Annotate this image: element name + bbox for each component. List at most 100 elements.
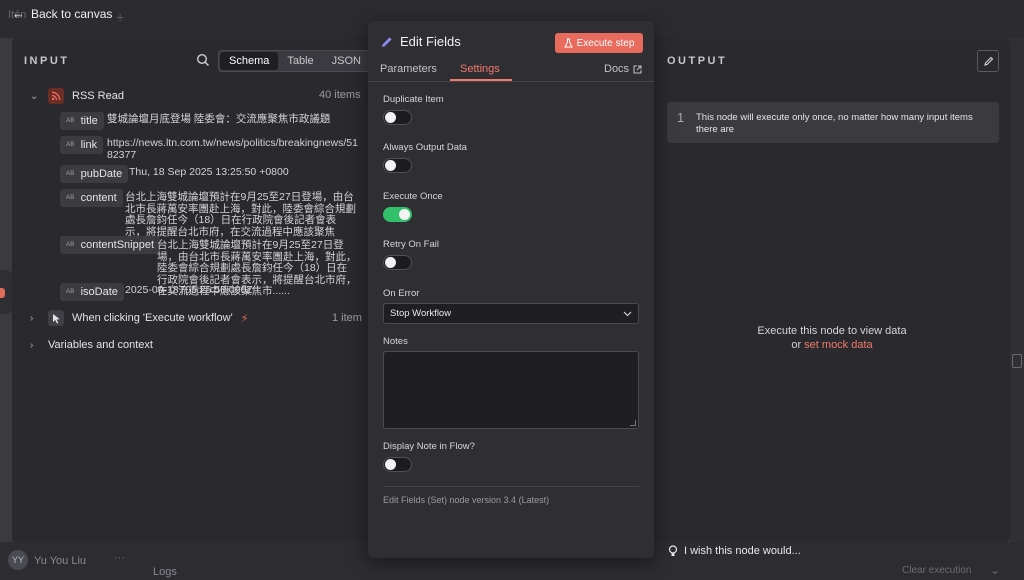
field-name: isoDate xyxy=(80,286,118,298)
rss-node-label: RSS Read xyxy=(72,90,124,102)
field-name: contentSnippet xyxy=(80,239,154,251)
background-left-marker xyxy=(0,288,5,298)
modal-header: Edit Fields Execute step Parameters Sett… xyxy=(368,21,654,82)
feedback-link[interactable]: I wish this node would... xyxy=(668,545,801,557)
background-right-strip xyxy=(1010,38,1024,542)
active-tab-indicator xyxy=(450,79,512,81)
back-to-canvas-label: Back to canvas xyxy=(31,6,113,21)
notice-text: This node will execute only once, no mat… xyxy=(696,112,973,135)
execute-once-toggle[interactable] xyxy=(383,207,412,222)
always-output-label: Always Output Data xyxy=(383,142,467,153)
on-error-value: Stop Workflow xyxy=(390,308,452,319)
field-pill: AB contentSnippet xyxy=(60,236,160,254)
string-type-icon: AB xyxy=(66,171,75,177)
rss-node-row[interactable]: ⌄ RSS Read xyxy=(30,88,124,104)
toggle-knob xyxy=(385,112,396,123)
modal-title-text: Edit Fields xyxy=(400,34,461,49)
execute-step-button[interactable]: Execute step xyxy=(555,33,643,53)
cursor-click-icon xyxy=(48,310,64,326)
toggle-knob xyxy=(385,160,396,171)
retry-on-fail-toggle[interactable] xyxy=(383,255,412,270)
field-value: Thu, 18 Sep 2025 13:25:50 +0800 xyxy=(129,166,289,178)
on-error-label: On Error xyxy=(383,288,420,299)
tab-table[interactable]: Table xyxy=(278,52,322,70)
variables-row[interactable]: › Variables and context xyxy=(30,339,153,351)
chevron-right-icon[interactable]: › xyxy=(30,313,40,324)
notice-number: 1 xyxy=(677,110,685,125)
field-value: https://news.ltn.com.tw/news/politics/br… xyxy=(107,137,358,161)
field-pill: AB content xyxy=(60,189,123,207)
notes-label: Notes xyxy=(383,336,408,347)
background-add-tab-icon: + xyxy=(116,9,125,25)
edit-output-button[interactable] xyxy=(977,50,999,72)
empty-state-action: or set mock data xyxy=(654,339,1010,351)
variables-label: Variables and context xyxy=(48,339,153,351)
avatar[interactable]: YY xyxy=(8,550,28,570)
background-panel-toggle-icon xyxy=(1012,354,1022,368)
on-error-select[interactable]: Stop Workflow xyxy=(383,303,639,324)
tab-schema[interactable]: Schema xyxy=(220,52,279,70)
trigger-node-row[interactable]: › When clicking 'Execute workflow' ⚡ xyxy=(30,310,248,326)
modal-title: Edit Fields xyxy=(380,34,461,49)
field-pill: AB title xyxy=(60,112,104,130)
logs-label[interactable]: Logs xyxy=(153,566,177,578)
chevron-down-icon[interactable]: ⌄ xyxy=(30,91,40,102)
field-name: link xyxy=(80,139,98,151)
notes-textarea[interactable] xyxy=(383,351,639,429)
docs-link[interactable]: Docs xyxy=(604,63,642,75)
trigger-item-count: 1 item xyxy=(332,312,362,324)
string-type-icon: AB xyxy=(66,142,75,148)
execute-once-notice: 1 This node will execute only once, no m… xyxy=(667,102,999,143)
always-output-toggle[interactable] xyxy=(383,158,412,173)
empty-state-or: or xyxy=(791,339,802,351)
string-type-icon: AB xyxy=(66,118,75,124)
flask-icon xyxy=(563,38,573,48)
set-mock-data-link[interactable]: set mock data xyxy=(804,339,872,351)
node-settings-modal: Edit Fields Execute step Parameters Sett… xyxy=(368,21,654,558)
field-pill: AB link xyxy=(60,136,104,154)
toggle-knob xyxy=(385,459,396,470)
pencil-icon xyxy=(983,56,993,66)
rss-icon xyxy=(48,88,64,104)
trigger-node-label: When clicking 'Execute workflow' xyxy=(72,312,233,324)
chevron-right-icon[interactable]: › xyxy=(30,340,40,351)
string-type-icon: AB xyxy=(66,195,75,201)
field-value: 2025-09-18T05:25:50.000Z xyxy=(125,284,253,296)
divider xyxy=(383,486,639,487)
rss-item-count: 40 items xyxy=(319,89,361,101)
duplicate-item-label: Duplicate Item xyxy=(383,94,444,105)
tab-json[interactable]: JSON xyxy=(323,52,370,70)
string-type-icon: AB xyxy=(66,242,75,248)
string-type-icon: AB xyxy=(66,289,75,295)
field-name: pubDate xyxy=(80,168,123,180)
resize-handle-icon[interactable] xyxy=(630,420,636,426)
feedback-text: I wish this node would... xyxy=(684,545,801,557)
chevron-down-icon xyxy=(623,311,632,316)
tab-parameters[interactable]: Parameters xyxy=(380,63,437,75)
tab-settings[interactable]: Settings xyxy=(460,63,500,75)
output-panel-title: OUTPUT xyxy=(667,55,728,67)
clear-execution-button[interactable]: Clear execution xyxy=(902,565,971,576)
back-to-canvas-link[interactable]: ← Back to canvas xyxy=(12,6,112,21)
display-note-toggle[interactable] xyxy=(383,457,412,472)
search-icon[interactable] xyxy=(196,53,210,67)
field-value: 雙城論壇月底登場 陸委會：交流應聚焦市政議題 xyxy=(107,113,331,125)
field-pill: AB isoDate xyxy=(60,283,124,301)
docs-label: Docs xyxy=(604,63,630,75)
input-panel-title: INPUT xyxy=(24,55,70,67)
display-note-label: Display Note in Flow? xyxy=(383,441,475,452)
user-name: Yu You Liu xyxy=(34,555,87,567)
background-left-tab xyxy=(0,270,12,314)
empty-state-message: Execute this node to view data xyxy=(757,325,907,337)
field-name: content xyxy=(80,192,117,204)
lightbulb-icon xyxy=(668,545,678,556)
lightning-icon: ⚡ xyxy=(240,312,249,325)
field-name: title xyxy=(80,115,98,127)
chevron-down-icon[interactable]: ⌄ xyxy=(990,563,1000,577)
toggle-knob xyxy=(385,257,396,268)
user-menu-icon[interactable]: ··· xyxy=(114,552,125,564)
toggle-knob xyxy=(399,209,410,220)
input-panel: INPUT Schema Table JSON ⌄ RSS Read 40 it… xyxy=(12,38,372,542)
duplicate-item-toggle[interactable] xyxy=(383,110,412,125)
pencil-icon xyxy=(382,36,392,47)
